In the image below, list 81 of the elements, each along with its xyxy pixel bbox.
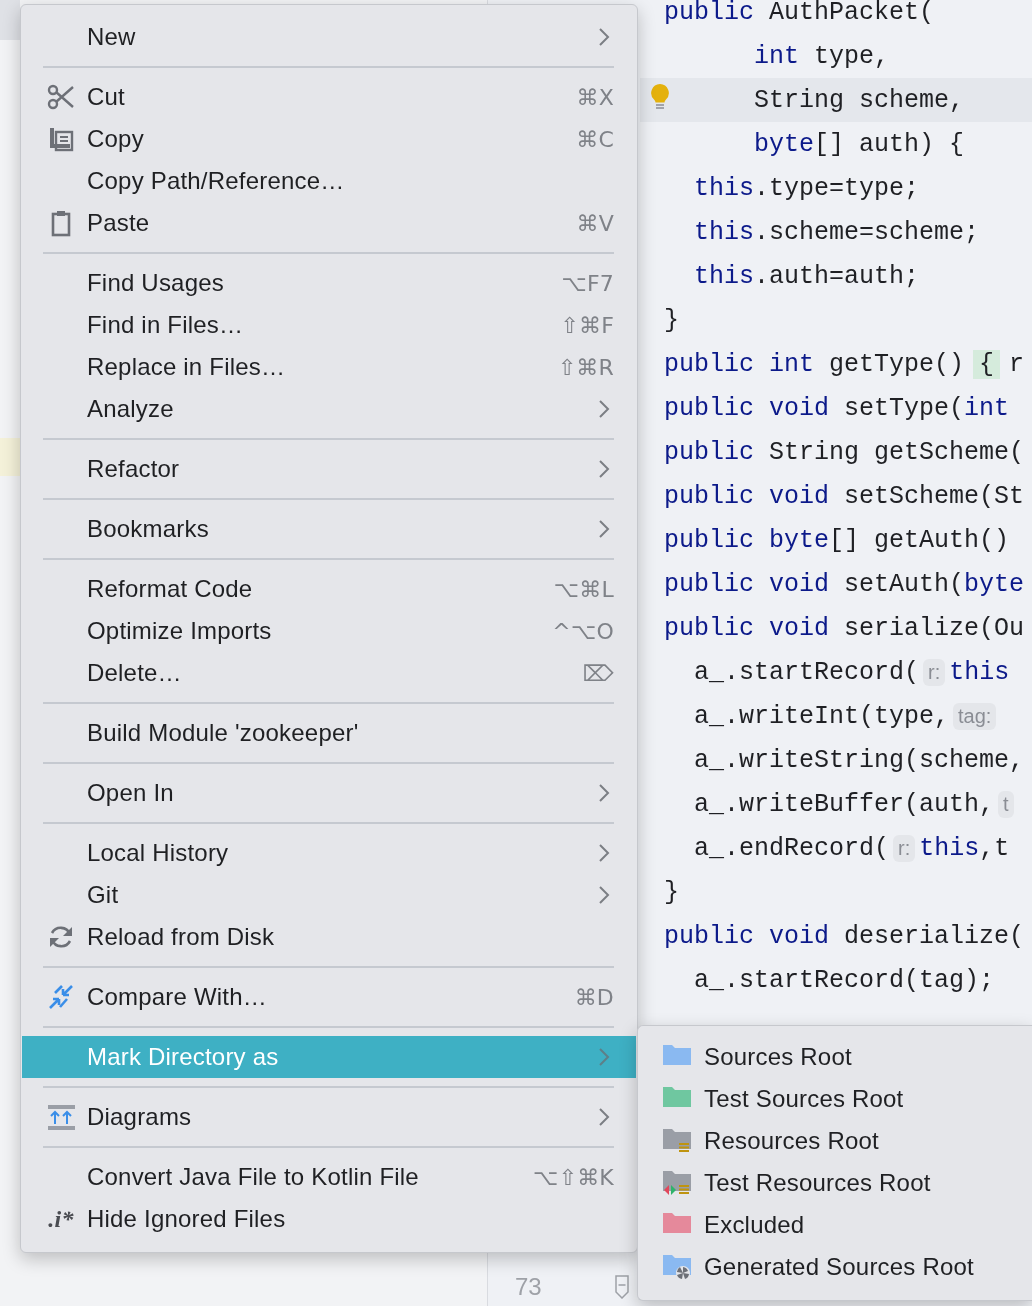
shortcut-label: ⌘X	[576, 84, 614, 110]
code-line: byte[] auth) {	[753, 129, 965, 159]
menu-item[interactable]: Reload from Disk	[22, 916, 636, 958]
compare-arrows-icon	[47, 983, 75, 1011]
shortcut-label: ⌦	[582, 660, 614, 686]
code-line: this.scheme=scheme;	[693, 217, 980, 247]
menu-item[interactable]: Optimize Imports ^⌥O	[22, 610, 636, 652]
shortcut-label: ⇧⌘F	[560, 312, 614, 338]
shortcut-label: ⌥F7	[561, 270, 614, 296]
code-line: public void setType(int	[664, 393, 1010, 423]
menu-item[interactable]: Sources Root	[639, 1036, 1032, 1078]
diagram-icon	[47, 1103, 75, 1131]
code-line: public void deserialize(	[664, 921, 1025, 951]
inlay-hint: r:	[923, 658, 946, 686]
scissors-icon	[47, 83, 75, 111]
shortcut-label: ⌘D	[574, 984, 614, 1010]
menu-item[interactable]: Copy ⌘C	[22, 118, 636, 160]
menu-item[interactable]: Excluded	[639, 1204, 1032, 1246]
line-number: 73	[515, 1273, 542, 1301]
code-line: }	[664, 305, 679, 335]
folder-icon	[663, 1169, 691, 1197]
code-line: public String getScheme(	[664, 437, 1025, 467]
menu-item[interactable]: Bookmarks	[22, 508, 636, 550]
code-text: a_.writeInt(type,	[693, 701, 950, 731]
menu-item[interactable]: New	[22, 16, 636, 58]
code-text: a_.endRecord(	[693, 833, 890, 863]
code-line: a_.writeString(scheme,	[693, 745, 1025, 775]
copy-icon	[47, 125, 75, 153]
menu-item[interactable]: Find in Files… ⇧⌘F	[22, 304, 636, 346]
inlay-hint: tag:	[953, 702, 997, 730]
menu-item[interactable]: Build Module 'zookeeper'	[22, 712, 636, 754]
inlay-hint: t	[998, 790, 1014, 818]
menu-item[interactable]: Copy Path/Reference…	[22, 160, 636, 202]
menu-item[interactable]: Convert Java File to Kotlin File ⌥⇧⌘K	[22, 1156, 636, 1198]
menu-item[interactable]: Cut ⌘X	[22, 76, 636, 118]
shortcut-label: ⌘C	[576, 126, 614, 152]
lightbulb-icon[interactable]	[650, 84, 670, 110]
code-line: public int getType() { r	[664, 349, 1025, 379]
menu-item[interactable]: Paste ⌘V	[22, 202, 636, 244]
menu-item[interactable]: Test Resources Root	[639, 1162, 1032, 1204]
code-line: public byte[] getAuth()	[664, 525, 1010, 555]
shortcut-label: ^⌥O	[552, 618, 614, 644]
folder-icon	[663, 1253, 691, 1281]
code-line: a_.startRecord(tag);	[693, 965, 995, 995]
menu-item[interactable]: .i* Hide Ignored Files	[22, 1198, 636, 1240]
code-text: this,t	[919, 833, 1010, 863]
menu-item[interactable]: Reformat Code ⌥⌘L	[22, 568, 636, 610]
row-highlight	[0, 438, 20, 476]
menu-item[interactable]: Analyze	[22, 388, 636, 430]
menu-item[interactable]: Resources Root	[639, 1120, 1032, 1162]
code-text: a_.writeBuffer(auth,	[693, 789, 995, 819]
fold-icon[interactable]	[614, 1275, 630, 1299]
code-text: a_.startRecord(	[693, 657, 920, 687]
code-line: this.auth=auth;	[693, 261, 920, 291]
menu-item[interactable]: Generated Sources Root	[639, 1246, 1032, 1288]
code-line: public void serialize(Ou	[664, 613, 1025, 643]
menu-item[interactable]: Find Usages ⌥F7	[22, 262, 636, 304]
ignored-files-icon: .i*	[48, 1205, 74, 1233]
code-line: }	[664, 877, 679, 907]
shortcut-label: ⌥⇧⌘K	[533, 1164, 614, 1190]
menu-item[interactable]: Refactor	[22, 448, 636, 490]
menu-item[interactable]: Local History	[22, 832, 636, 874]
code-line: String scheme,	[753, 85, 965, 115]
folder-icon	[663, 1127, 691, 1155]
inlay-hint: r:	[893, 834, 916, 862]
code-line: public void setAuth(byte	[664, 569, 1025, 599]
menu-item[interactable]: Diagrams	[22, 1096, 636, 1138]
menu-item[interactable]: Replace in Files… ⇧⌘R	[22, 346, 636, 388]
code-line: this.type=type;	[693, 173, 920, 203]
code-line: public AuthPacket(	[664, 0, 935, 27]
menu-item[interactable]: Delete… ⌦	[22, 652, 636, 694]
menu-item[interactable]: Test Sources Root	[639, 1078, 1032, 1120]
menu-item[interactable]: Compare With… ⌘D	[22, 976, 636, 1018]
menu-item[interactable]: Open In	[22, 772, 636, 814]
code-line: int type,	[753, 41, 890, 71]
menu-item[interactable]: Git	[22, 874, 636, 916]
shortcut-label: ⌘V	[576, 210, 614, 236]
shortcut-label: ⌥⌘L	[553, 576, 614, 602]
code-line: public void setScheme(St	[664, 481, 1025, 511]
shortcut-label: ⇧⌘R	[557, 354, 614, 380]
code-text: this	[949, 657, 1010, 687]
